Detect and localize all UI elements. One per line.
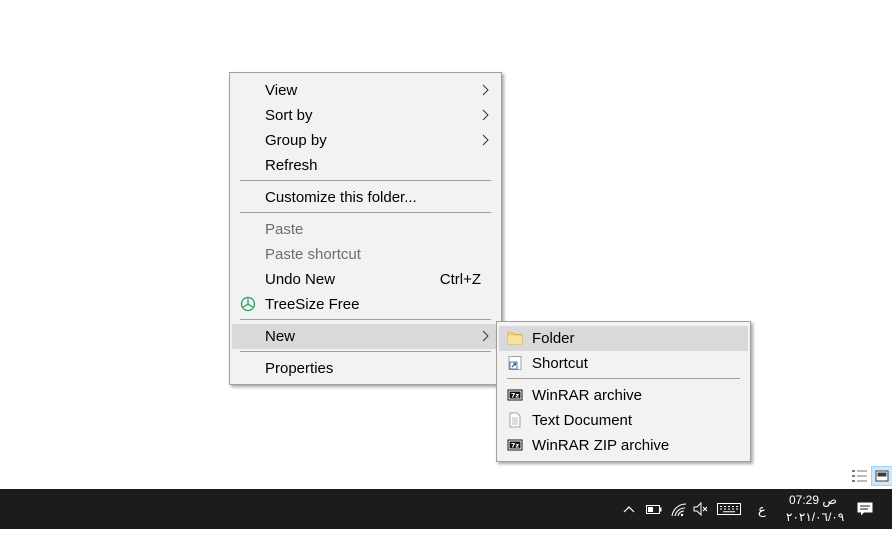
input-language-indicator[interactable]: ع <box>758 502 766 518</box>
menu-item-group-by[interactable]: Group by <box>232 128 499 153</box>
menu-item-treesize-free[interactable]: TreeSize Free <box>232 292 499 317</box>
chevron-right-icon <box>482 330 489 342</box>
menu-separator <box>240 351 491 352</box>
battery-icon[interactable] <box>645 499 663 519</box>
treesize-icon <box>240 296 256 312</box>
menu-item-undo-new[interactable]: Undo New Ctrl+Z <box>232 267 499 292</box>
notifications-icon[interactable] <box>855 499 875 519</box>
submenu-item-shortcut[interactable]: Shortcut <box>499 351 748 376</box>
submenu-item-winrar-archive[interactable]: 7z WinRAR archive <box>499 383 748 408</box>
menu-item-shortcut: Ctrl+Z <box>439 271 481 288</box>
submenu-item-folder[interactable]: Folder <box>499 326 748 351</box>
new-submenu: Folder Shortcut 7z WinRAR archive Text D… <box>496 321 751 462</box>
folder-icon <box>507 332 523 345</box>
clock-date[interactable]: ٢٠٢١/٠٦/٠٩ <box>786 510 844 524</box>
submenu-item-label: WinRAR archive <box>532 387 643 404</box>
chevron-right-icon <box>482 134 489 146</box>
submenu-item-label: Folder <box>532 330 575 347</box>
svg-text:7z: 7z <box>511 392 520 400</box>
keyboard-icon[interactable] <box>716 499 742 519</box>
shortcut-icon <box>508 356 522 370</box>
winrar-7z-icon: 7z <box>507 389 523 401</box>
winrar-7z-icon: 7z <box>507 439 523 451</box>
chevron-up-icon[interactable] <box>621 499 637 519</box>
clock-time[interactable]: 07:29 ص <box>789 493 837 507</box>
menu-item-label: Paste <box>265 221 304 238</box>
menu-item-label: Refresh <box>265 157 318 174</box>
menu-item-refresh[interactable]: Refresh <box>232 153 499 178</box>
menu-separator <box>240 212 491 213</box>
menu-separator <box>507 378 740 379</box>
menu-separator <box>240 180 491 181</box>
svg-text:7z: 7z <box>511 442 520 450</box>
menu-item-label: Paste shortcut <box>265 246 361 263</box>
submenu-item-label: Text Document <box>532 412 633 429</box>
menu-item-paste-shortcut: Paste shortcut <box>232 242 499 267</box>
menu-item-paste: Paste <box>232 217 499 242</box>
wifi-icon[interactable] <box>670 499 688 519</box>
submenu-item-label: WinRAR ZIP archive <box>532 437 670 454</box>
context-menu: View Sort by Group by Refresh Customize … <box>229 72 502 385</box>
menu-item-new[interactable]: New <box>232 324 499 349</box>
menu-item-label: TreeSize Free <box>265 296 360 313</box>
menu-separator <box>240 319 491 320</box>
menu-item-label: Group by <box>265 132 327 149</box>
menu-item-label: View <box>265 82 298 99</box>
text-document-icon <box>509 412 521 428</box>
menu-item-label: Sort by <box>265 107 313 124</box>
submenu-item-label: Shortcut <box>532 355 588 372</box>
volume-muted-icon[interactable] <box>692 499 710 519</box>
large-icons-view-icon[interactable] <box>871 466 892 486</box>
menu-item-customize-folder[interactable]: Customize this folder... <box>232 185 499 210</box>
menu-item-properties[interactable]: Properties <box>232 356 499 381</box>
menu-item-view[interactable]: View <box>232 78 499 103</box>
chevron-right-icon <box>482 109 489 121</box>
submenu-item-text-document[interactable]: Text Document <box>499 408 748 433</box>
details-view-icon[interactable] <box>850 467 870 485</box>
menu-item-label: New <box>265 328 296 345</box>
taskbar: ع 07:29 ص ٢٠٢١/٠٦/٠٩ <box>0 489 892 529</box>
menu-item-label: Customize this folder... <box>265 189 417 206</box>
menu-item-label: Undo New <box>265 271 336 288</box>
menu-item-sort-by[interactable]: Sort by <box>232 103 499 128</box>
menu-item-label: Properties <box>265 360 334 377</box>
chevron-right-icon <box>482 84 489 96</box>
submenu-item-winrar-zip-archive[interactable]: 7z WinRAR ZIP archive <box>499 433 748 458</box>
